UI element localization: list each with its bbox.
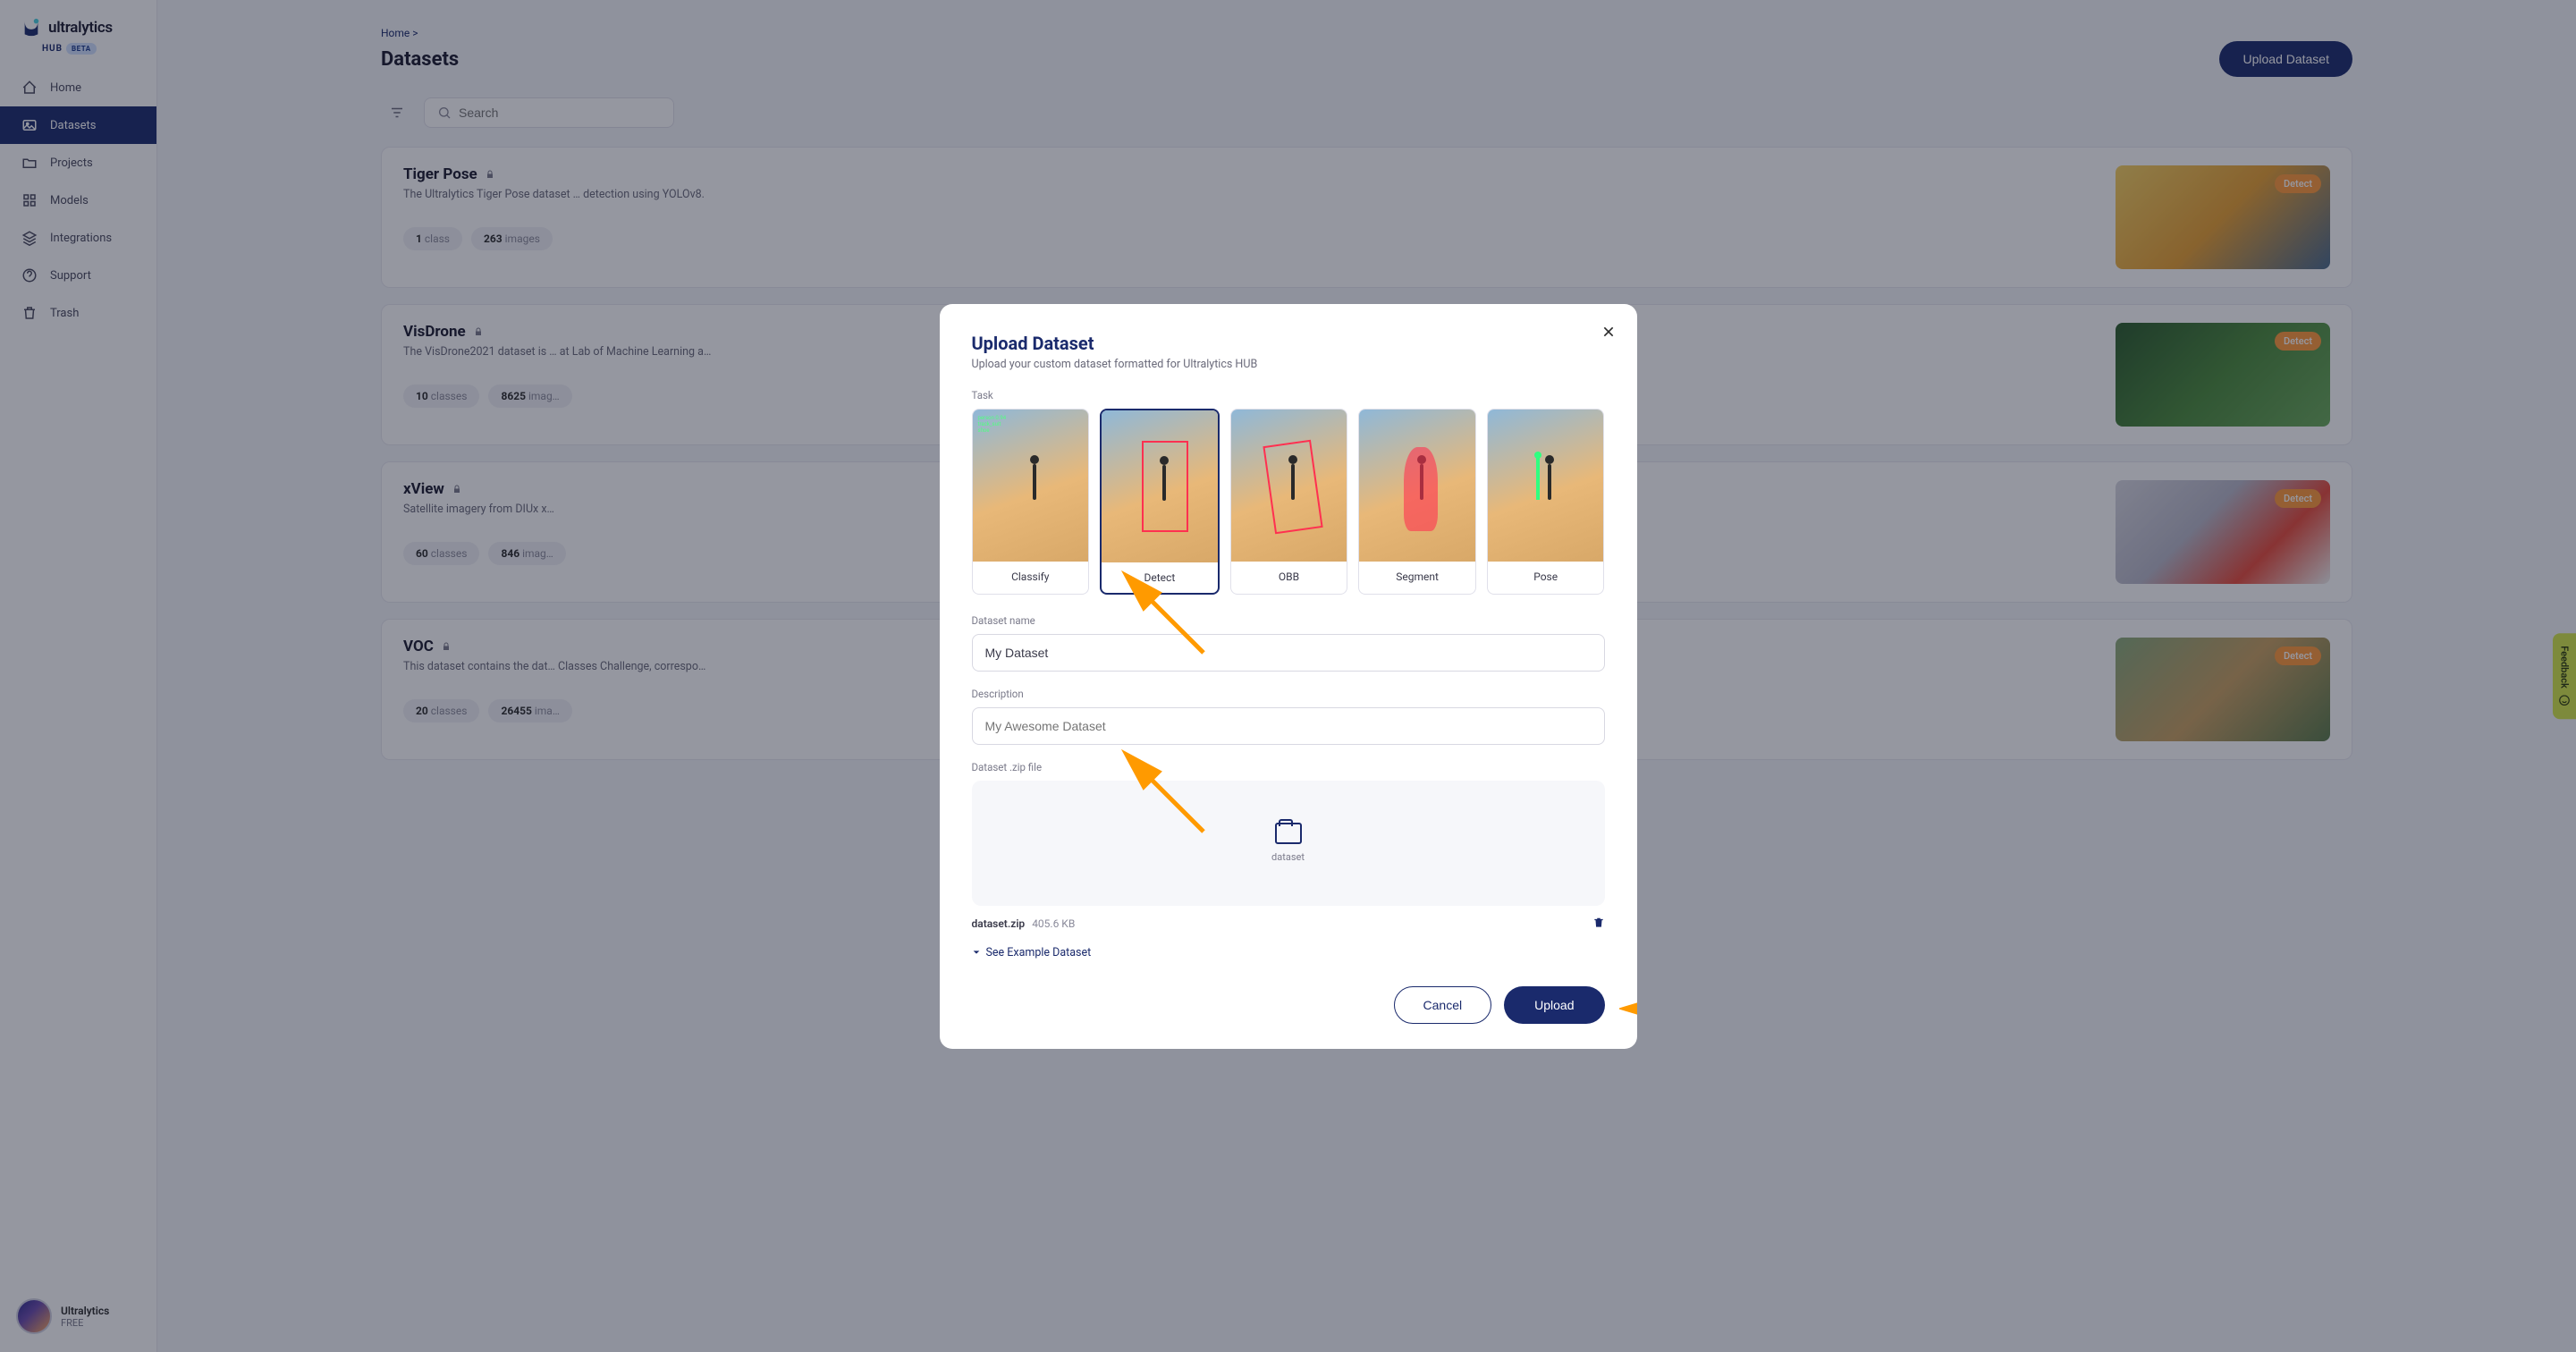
- modal-title: Upload Dataset: [972, 333, 1605, 354]
- task-grid: person 0.94track_suitshoeClassify Detect O…: [972, 409, 1605, 595]
- file-size: 405.6 KB: [1032, 917, 1075, 930]
- description-label: Description: [972, 688, 1605, 700]
- folder-icon: [1275, 823, 1302, 844]
- task-name: Segment: [1359, 562, 1475, 592]
- task-card-detect[interactable]: Detect: [1100, 409, 1220, 595]
- modal-subtitle: Upload your custom dataset formatted for…: [972, 358, 1605, 371]
- task-card-segment[interactable]: Segment: [1358, 409, 1476, 595]
- upload-dataset-modal: Upload Dataset Upload your custom datase…: [940, 304, 1637, 1049]
- modal-overlay: Upload Dataset Upload your custom datase…: [0, 0, 2576, 1352]
- task-name: OBB: [1231, 562, 1347, 592]
- upload-button[interactable]: Upload: [1504, 986, 1604, 1024]
- task-card-obb[interactable]: OBB: [1230, 409, 1348, 595]
- see-example-link[interactable]: See Example Dataset: [972, 946, 1605, 959]
- description-input[interactable]: [972, 707, 1605, 745]
- zip-label: Dataset .zip file: [972, 761, 1605, 773]
- close-icon: [1601, 325, 1616, 339]
- dropzone[interactable]: dataset: [972, 781, 1605, 906]
- dataset-name-input[interactable]: [972, 634, 1605, 672]
- task-name: Detect: [1102, 562, 1218, 593]
- task-name: Classify: [973, 562, 1089, 592]
- trash-icon: [1592, 917, 1605, 929]
- uploaded-file-row: dataset.zip 405.6 KB: [972, 917, 1605, 932]
- modal-close-button[interactable]: [1601, 324, 1616, 344]
- example-link-text: See Example Dataset: [986, 946, 1092, 959]
- task-card-classify[interactable]: person 0.94track_suitshoeClassify: [972, 409, 1090, 595]
- dropzone-label: dataset: [1271, 851, 1305, 863]
- file-name: dataset.zip: [972, 917, 1026, 930]
- task-card-pose[interactable]: Pose: [1487, 409, 1605, 595]
- dataset-name-label: Dataset name: [972, 614, 1605, 627]
- arrow-annotation: [1619, 995, 1637, 1022]
- task-name: Pose: [1488, 562, 1604, 592]
- task-label: Task: [972, 389, 1605, 401]
- remove-file-button[interactable]: [1592, 917, 1605, 932]
- cancel-button[interactable]: Cancel: [1394, 986, 1492, 1024]
- caret-down-icon: [972, 948, 981, 957]
